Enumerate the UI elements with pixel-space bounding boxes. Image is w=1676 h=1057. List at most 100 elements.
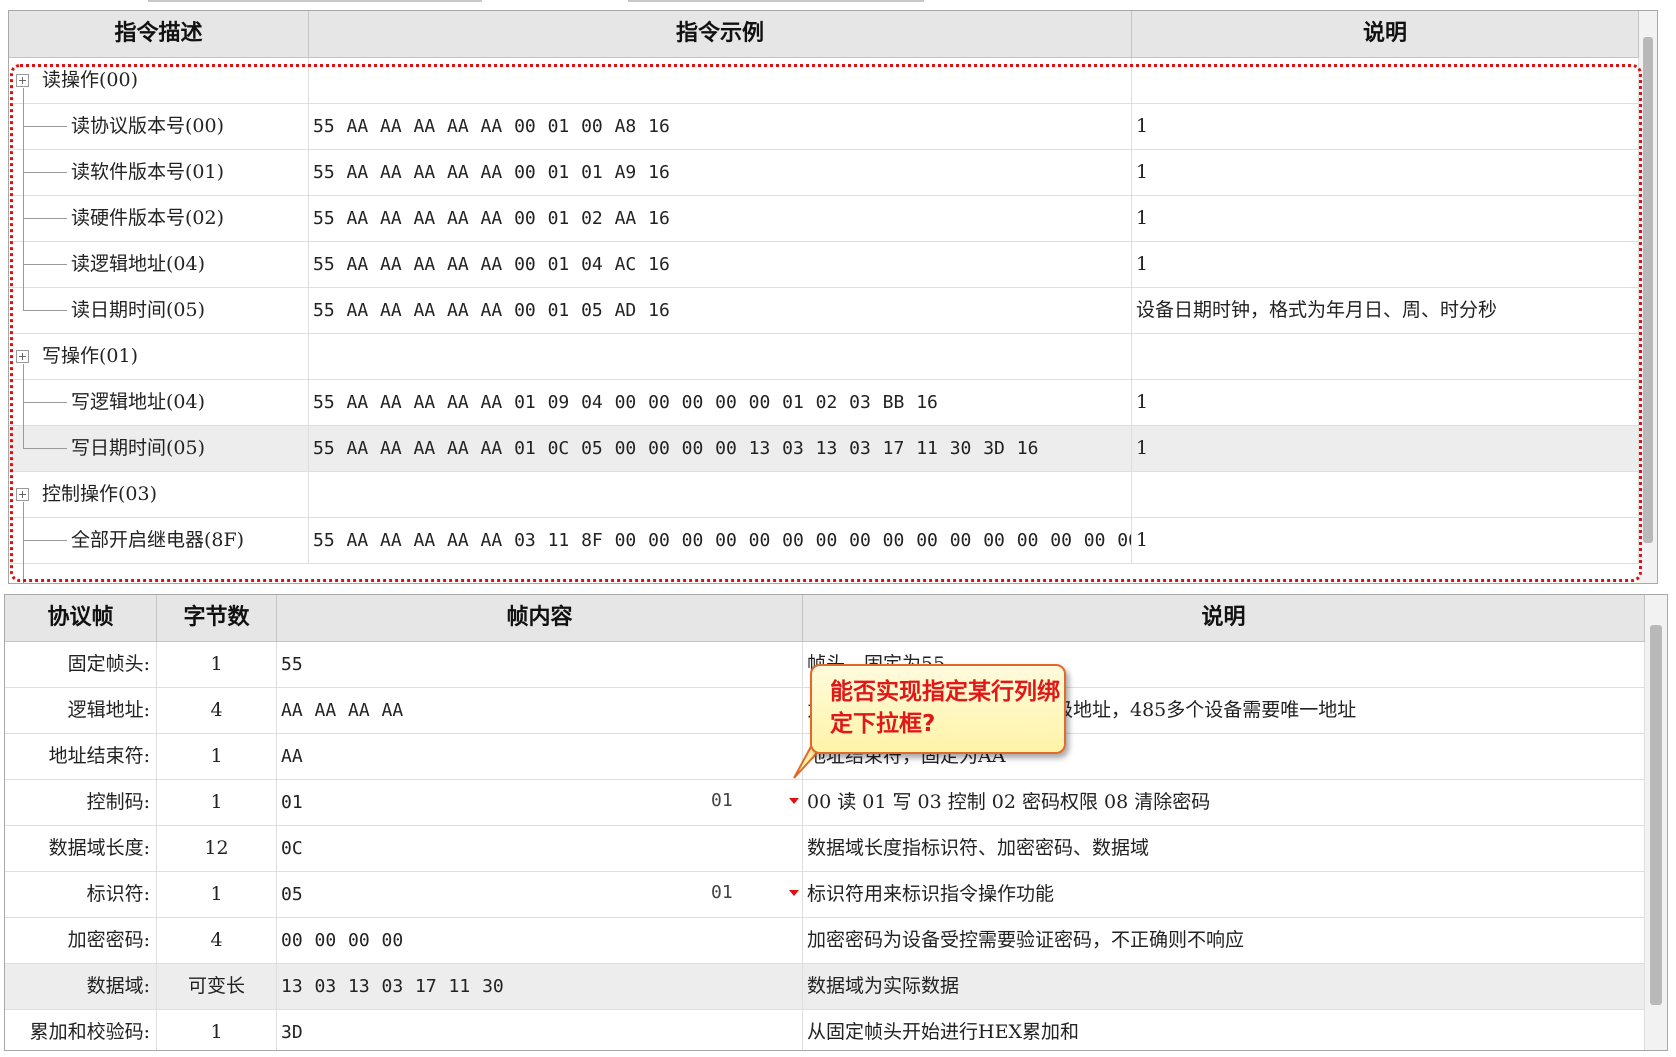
frame-note: 数据域长度指标识符、加密密码、数据域 [803,826,1645,871]
frame-content-cell[interactable]: 13 03 13 03 17 11 30 [277,964,803,1009]
tree-command-row[interactable]: 读软件版本号(01) 55 AA AA AA AA AA 00 01 01 A9 … [9,150,1639,196]
byte-count: 1 [157,780,277,825]
command-note: 设备日期时钟，格式为年月日、周、时分秒 [1132,288,1639,333]
frame-row[interactable]: 数据域: 可变长 13 03 13 03 17 11 30 数据域为实际数据 [5,964,1645,1010]
tree-connector-line [23,402,67,403]
tree-command-row[interactable]: 读硬件版本号(02) 55 AA AA AA AA AA 00 01 02 AA … [9,196,1639,242]
tree-expand-icon[interactable] [16,74,29,87]
frame-content-cell[interactable]: 0C [277,826,803,871]
tree-connector-line [23,264,67,265]
column-header-note[interactable]: 说明 [1132,11,1639,57]
frame-note: 从固定帧头开始进行HEX累加和 [803,1010,1645,1050]
command-note: 1 [1132,242,1639,287]
frame-label: 标识符: [5,872,157,917]
tree-connector-line [23,126,67,127]
tree-command-row[interactable]: 读逻辑地址(04) 55 AA AA AA AA AA 00 01 04 AC 1… [9,242,1639,288]
column-header-command-desc[interactable]: 指令描述 [9,11,309,57]
command-grid-vertical-scrollbar[interactable] [1639,11,1657,583]
tree-group-row[interactable]: 读操作(00) [9,58,1639,104]
tree-group-row[interactable]: 控制操作(03) [9,472,1639,518]
group-label: 读操作(00) [9,58,309,103]
column-header-byte-count[interactable]: 字节数 [157,595,277,641]
command-note [1132,58,1639,103]
byte-count: 4 [157,918,277,963]
frame-label: 累加和校验码: [5,1010,157,1050]
command-grid-scroll-thumb[interactable] [1643,37,1653,543]
byte-count: 12 [157,826,277,871]
dropdown-arrow-icon[interactable] [789,798,799,804]
frame-note: 00 读 01 写 03 控制 02 密码权限 08 清除密码 [803,780,1645,825]
frame-label: 加密密码: [5,918,157,963]
frame-label: 逻辑地址: [5,688,157,733]
frame-label: 控制码: [5,780,157,825]
command-example: 55 AA AA AA AA AA 01 0C 05 00 00 00 00 1… [309,426,1132,471]
frame-row[interactable]: 加密密码: 4 00 00 00 00 加密密码为设备受控需要验证密码，不正确则不响应 [5,918,1645,964]
tree-command-row[interactable]: 写逻辑地址(04) 55 AA AA AA AA AA 01 09 04 00 0… [9,380,1639,426]
group-label: 写操作(01) [9,334,309,379]
column-header-frame-content[interactable]: 帧内容 [277,595,803,641]
tree-connector-line [23,364,24,448]
command-note: 1 [1132,518,1639,563]
dropdown-arrow-icon[interactable] [789,890,799,896]
tree-command-row[interactable]: 读日期时间(05) 55 AA AA AA AA AA 00 01 05 AD 1… [9,288,1639,334]
frame-content-cell[interactable]: AA AA AA AA [277,688,803,733]
tree-expand-icon[interactable] [16,350,29,363]
frame-grid-scroll-thumb[interactable] [1650,625,1662,1005]
frame-note: 数据域为实际数据 [803,964,1645,1009]
column-header-command-example[interactable]: 指令示例 [309,11,1132,57]
group-label: 控制操作(03) [9,472,309,517]
command-tree-grid[interactable]: 指令描述 指令示例 说明 读操作(00) 读协议版本号(00) 55 AA AA A… [8,10,1658,584]
command-grid-header: 指令描述 指令示例 说明 [9,11,1639,58]
tree-expand-icon[interactable] [16,488,29,501]
command-note: 1 [1132,104,1639,149]
tree-group-row[interactable]: 写操作(01) [9,334,1639,380]
tree-connector-line [23,218,67,219]
command-example: 55 AA AA AA AA AA 00 01 04 AC 16 [309,242,1132,287]
tree-command-row[interactable]: 读协议版本号(00) 55 AA AA AA AA AA 00 01 00 A8 … [9,104,1639,150]
column-header-frame[interactable]: 协议帧 [5,595,157,641]
command-note [1132,472,1639,517]
frame-content-cell[interactable]: 00 00 00 00 [277,918,803,963]
command-example: 55 AA AA AA AA AA 00 01 01 A9 16 [309,150,1132,195]
toolbar-remnant-left [148,0,482,2]
frame-content-cell[interactable]: AA [277,734,803,779]
tree-command-row[interactable]: 全部开启继电器(8F) 55 AA AA AA AA AA 03 11 8F 00… [9,518,1639,564]
command-note: 1 [1132,380,1639,425]
command-example [309,472,1132,517]
byte-count: 可变长 [157,964,277,1009]
frame-row[interactable]: 标识符: 1 05 标识符用来标识指令操作功能 01 [5,872,1645,918]
tree-connector-line [23,88,24,310]
frame-grid-vertical-scrollbar[interactable] [1645,595,1667,1050]
frame-detail-grid[interactable]: 协议帧 字节数 帧内容 说明 固定帧头:155帧头，固定为55逻辑地址:4AA … [4,594,1668,1051]
frame-label: 数据域长度: [5,826,157,871]
column-header-frame-note[interactable]: 说明 [803,595,1645,641]
toolbar-remnant-right [628,0,924,2]
frame-content-cell[interactable]: 55 [277,642,803,687]
command-example: 55 AA AA AA AA AA 00 01 05 AD 16 [309,288,1132,333]
frame-label: 地址结束符: [5,734,157,779]
frame-content-cell[interactable]: 3D [277,1010,803,1050]
frame-row[interactable]: 累加和校验码: 1 3D 从固定帧头开始进行HEX累加和 [5,1010,1645,1050]
dropdown-value[interactable]: 01 [711,872,733,914]
command-example: 55 AA AA AA AA AA 01 09 04 00 00 00 00 0… [309,380,1132,425]
command-note: 1 [1132,196,1639,241]
command-example: 55 AA AA AA AA AA 00 01 02 AA 16 [309,196,1132,241]
command-example [309,58,1132,103]
command-note [1132,334,1639,379]
tree-connector-line [23,172,67,173]
dropdown-value[interactable]: 01 [711,780,733,822]
frame-grid-header: 协议帧 字节数 帧内容 说明 [5,595,1645,642]
frame-note: 标识符用来标识指令操作功能 [803,872,1645,917]
command-example: 55 AA AA AA AA AA 00 01 00 A8 16 [309,104,1132,149]
tree-connector-line [23,540,67,541]
callout-text: 能否实现指定某行列绑定下拉框? [830,679,1060,737]
command-example: 55 AA AA AA AA AA 03 11 8F 00 00 00 00 0… [309,518,1132,563]
command-note: 1 [1132,426,1639,471]
frame-note: 加密密码为设备受控需要验证密码，不正确则不响应 [803,918,1645,963]
command-note: 1 [1132,150,1639,195]
byte-count: 1 [157,872,277,917]
frame-row[interactable]: 数据域长度: 12 0C 数据域长度指标识符、加密密码、数据域 [5,826,1645,872]
byte-count: 1 [157,1010,277,1050]
tree-command-row[interactable]: 写日期时间(05) 55 AA AA AA AA AA 01 0C 05 00 0… [9,426,1639,472]
byte-count: 1 [157,642,277,687]
